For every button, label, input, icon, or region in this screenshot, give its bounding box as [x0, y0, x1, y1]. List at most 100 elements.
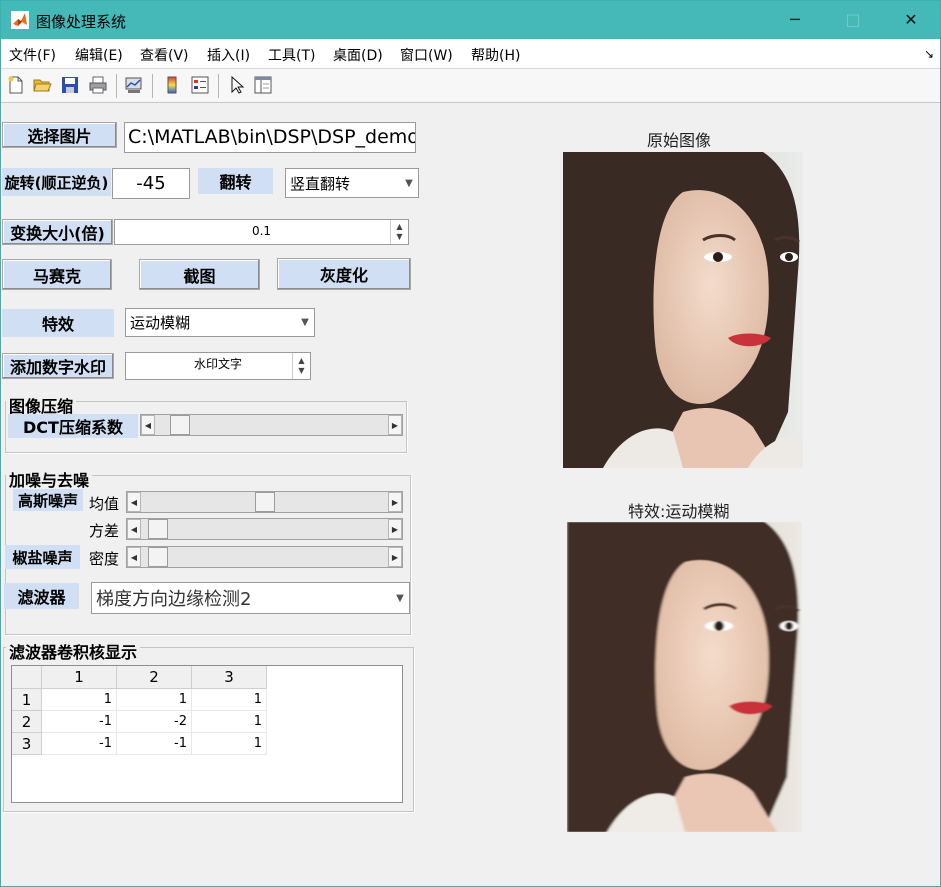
link-plot-icon[interactable]: [124, 75, 144, 95]
pointer-icon[interactable]: [227, 75, 247, 95]
slider-right-arrow-icon[interactable]: ▶: [388, 547, 402, 567]
resize-factor-value: 0.1: [251, 224, 272, 238]
legend-icon[interactable]: [190, 75, 210, 95]
dct-coefficient-label: DCT压缩系数: [8, 414, 138, 438]
filter-select[interactable]: 梯度方向边缘检测2 ▼: [91, 582, 410, 614]
app-window: 图像处理系统 ─ □ ✕ 文件(F) 编辑(E) 查看(V) 插入(I) 工具(…: [0, 0, 941, 887]
resize-button[interactable]: 变换大小(倍): [2, 219, 113, 245]
mosaic-button[interactable]: 马赛克: [2, 259, 112, 290]
slider-right-arrow-icon[interactable]: ▶: [388, 519, 402, 539]
dct-coefficient-slider[interactable]: ◀ ▶: [140, 414, 403, 436]
original-image-title: 原始图像: [647, 131, 712, 150]
column-header[interactable]: 1: [42, 666, 117, 689]
gaussian-variance-slider[interactable]: ◀ ▶: [126, 518, 403, 540]
salt-pepper-density-slider[interactable]: ◀ ▶: [126, 546, 403, 568]
slider-left-arrow-icon[interactable]: ◀: [127, 547, 141, 567]
slider-right-arrow-icon[interactable]: ▶: [388, 415, 402, 435]
flip-label: 翻转: [198, 168, 273, 194]
toolbar-separator: [116, 74, 117, 98]
menu-desktop[interactable]: 桌面(D): [333, 45, 383, 65]
chevron-down-icon: ▼: [405, 177, 413, 189]
effect-label: 特效: [2, 309, 114, 337]
add-watermark-button[interactable]: 添加数字水印: [2, 353, 114, 379]
menu-bar: 文件(F) 编辑(E) 查看(V) 插入(I) 工具(T) 桌面(D) 窗口(W…: [1, 39, 940, 69]
open-folder-icon[interactable]: [32, 75, 52, 95]
matlab-logo-icon: [11, 11, 29, 29]
new-file-icon[interactable]: [6, 75, 26, 95]
effect-image: [567, 522, 802, 832]
rotate-label: 旋转(顺正逆负): [2, 168, 111, 196]
row-header[interactable]: 1: [12, 689, 42, 711]
window-title: 图像处理系统: [36, 13, 127, 31]
table-corner: [12, 666, 42, 689]
print-icon[interactable]: [88, 75, 108, 95]
table-cell[interactable]: 1: [192, 711, 267, 733]
maximize-button[interactable]: □: [823, 1, 883, 39]
column-header[interactable]: 3: [192, 666, 267, 689]
noise-panel-title: 加噪与去噪: [6, 467, 93, 491]
slider-left-arrow-icon[interactable]: ◀: [141, 415, 155, 435]
gaussian-mean-slider[interactable]: ◀ ▶: [126, 491, 403, 513]
slider-thumb[interactable]: [254, 492, 275, 512]
row-header[interactable]: 3: [12, 733, 42, 755]
gaussian-noise-label: 高斯噪声: [13, 489, 83, 511]
table-cell[interactable]: 1: [192, 733, 267, 755]
crop-button[interactable]: 截图: [139, 259, 260, 290]
toolbar: [1, 69, 940, 103]
toolbar-separator: [218, 74, 219, 98]
watermark-text-value: 水印文字: [193, 357, 242, 371]
slider-thumb[interactable]: [147, 519, 168, 539]
resize-factor-spinner[interactable]: 0.1 ▲ ▼: [114, 219, 409, 245]
flip-select-value: 竖直翻转: [290, 174, 351, 193]
slider-thumb[interactable]: [147, 547, 168, 567]
mean-label: 均值: [89, 495, 120, 513]
effect-select-value: 运动模糊: [130, 314, 191, 332]
chevron-down-icon: ▼: [301, 317, 309, 328]
kernel-table[interactable]: 1 2 3 1 1 1 1 2 -1 -2 1 3 -1 -1 1: [11, 665, 403, 803]
menu-help[interactable]: 帮助(H): [471, 45, 520, 65]
table-cell[interactable]: 1: [117, 689, 192, 711]
table-cell[interactable]: -2: [117, 711, 192, 733]
select-image-button[interactable]: 选择图片: [2, 122, 117, 148]
menu-edit[interactable]: 编辑(E): [75, 45, 123, 65]
menu-view[interactable]: 查看(V): [140, 45, 189, 65]
slider-right-arrow-icon[interactable]: ▶: [388, 492, 402, 512]
rotate-angle-field[interactable]: -45: [112, 168, 190, 199]
flip-select[interactable]: 竖直翻转 ▼: [285, 168, 419, 198]
table-cell[interactable]: -1: [117, 733, 192, 755]
close-button[interactable]: ✕: [881, 1, 941, 39]
effect-select[interactable]: 运动模糊 ▼: [125, 308, 315, 337]
title-bar: 图像处理系统 ─ □ ✕: [1, 1, 940, 39]
variance-label: 方差: [89, 522, 120, 540]
minimize-button[interactable]: ─: [765, 1, 825, 39]
save-icon[interactable]: [60, 75, 80, 95]
toolbar-separator: [152, 74, 153, 98]
menu-tools[interactable]: 工具(T): [268, 45, 315, 65]
image-path-field[interactable]: C:\MATLAB\bin\DSP\DSP_demo: [124, 122, 416, 153]
salt-pepper-noise-label: 椒盐噪声: [5, 545, 80, 569]
spinner-arrows-icon[interactable]: ▲ ▼: [390, 220, 408, 244]
menu-file[interactable]: 文件(F): [9, 45, 56, 65]
property-editor-icon[interactable]: [253, 75, 273, 95]
table-cell[interactable]: 1: [42, 689, 117, 711]
menu-insert[interactable]: 插入(I): [207, 45, 250, 65]
table-cell[interactable]: -1: [42, 711, 117, 733]
slider-thumb[interactable]: [169, 415, 190, 435]
column-header[interactable]: 2: [117, 666, 192, 689]
slider-left-arrow-icon[interactable]: ◀: [127, 519, 141, 539]
table-cell[interactable]: -1: [42, 733, 117, 755]
row-header[interactable]: 2: [12, 711, 42, 733]
spinner-arrows-icon[interactable]: ▲ ▼: [292, 353, 310, 379]
watermark-text-spinner[interactable]: 水印文字 ▲ ▼: [125, 352, 311, 380]
original-image: [563, 152, 803, 468]
table-cell[interactable]: 1: [192, 689, 267, 711]
chevron-down-icon: ▼: [396, 592, 404, 604]
colorbar-icon[interactable]: [162, 75, 182, 95]
grayscale-button[interactable]: 灰度化: [277, 258, 411, 290]
kernel-panel-title: 滤波器卷积核显示: [6, 639, 141, 663]
slider-left-arrow-icon[interactable]: ◀: [127, 492, 141, 512]
effect-image-title: 特效:运动模糊: [628, 502, 730, 521]
menu-window[interactable]: 窗口(W): [400, 45, 453, 65]
filter-label: 滤波器: [4, 583, 79, 609]
menu-overflow-icon[interactable]: ↘: [924, 47, 934, 61]
